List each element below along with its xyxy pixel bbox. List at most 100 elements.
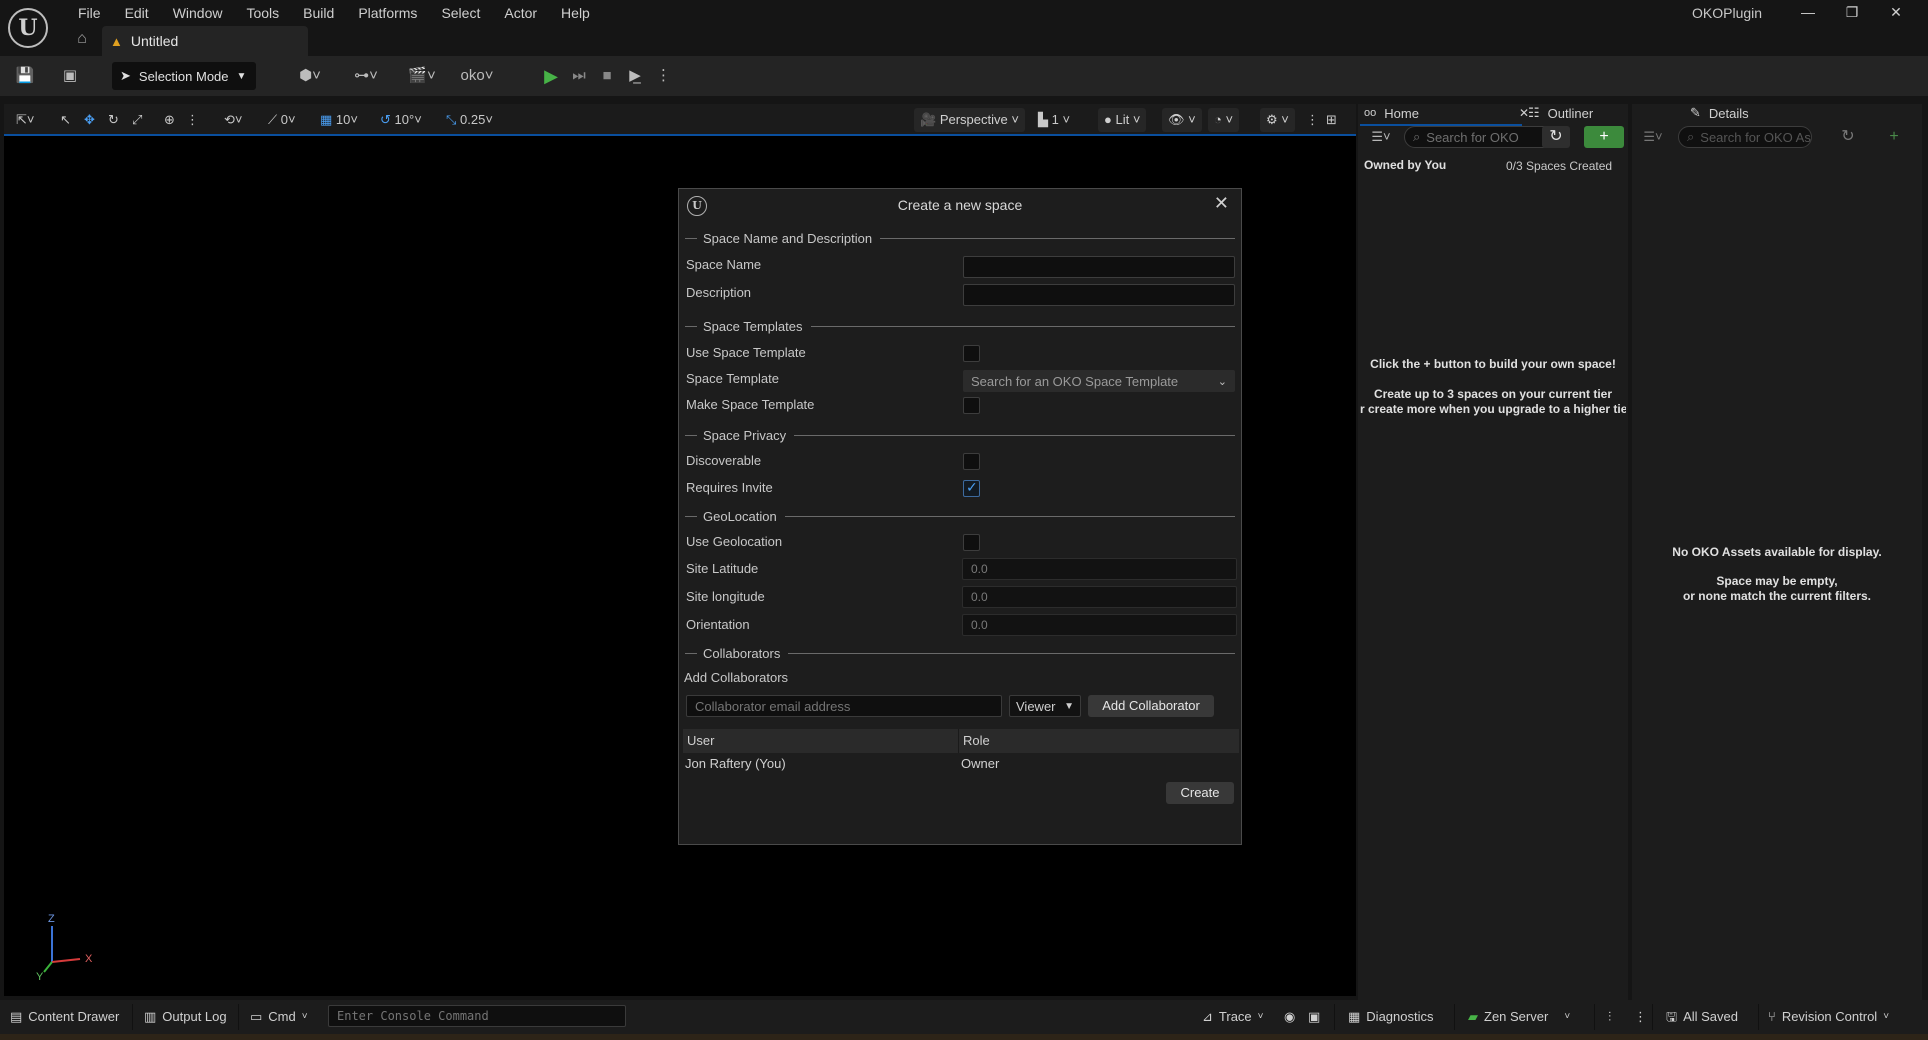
output-log-label: Output Log [162, 1009, 227, 1024]
content-drawer-button[interactable]: ▤ Content Drawer [10, 1006, 119, 1028]
menu-help[interactable]: Help [549, 2, 602, 24]
menu-tools[interactable]: Tools [234, 2, 291, 24]
role-dropdown[interactable]: Viewer ▼ [1009, 695, 1081, 717]
add-space-button[interactable]: + [1584, 126, 1624, 148]
play-options-icon[interactable]: ▶̲ [624, 64, 646, 88]
performance-dropdown[interactable]: ◔ ˅ [1208, 108, 1240, 132]
diagnostics-button[interactable]: ▦ Diagnostics [1348, 1006, 1434, 1028]
close-window-icon[interactable]: ✕ [1874, 0, 1918, 24]
console-command-input[interactable] [328, 1005, 626, 1027]
menu-build[interactable]: Build [291, 2, 346, 24]
column-header-role[interactable]: Role [959, 729, 1239, 753]
description-input[interactable] [963, 284, 1235, 306]
space-name-input[interactable] [963, 256, 1235, 278]
menu-window[interactable]: Window [161, 2, 235, 24]
discoverable-checkbox[interactable] [963, 453, 980, 470]
use-template-checkbox[interactable] [963, 345, 980, 362]
play-icon[interactable]: ▶ [540, 64, 562, 88]
cinematics-icon[interactable]: 🎬˅ [402, 64, 442, 88]
show-flags-dropdown[interactable]: 👁 ˅ [1162, 108, 1202, 132]
selection-mode-dropdown[interactable]: ➤ Selection Mode ▼ [112, 62, 256, 90]
tab-outliner[interactable]: ☷ Outliner [1528, 100, 1593, 126]
menu-select[interactable]: Select [429, 2, 492, 24]
tab-home[interactable]: oo Home ✕ [1364, 100, 1529, 126]
details-search-input[interactable]: ⌕ Search for OKO As [1678, 126, 1812, 148]
viewport-settings-dropdown[interactable]: ⚙ ˅ [1260, 108, 1295, 132]
column-header-user[interactable]: User [683, 729, 959, 753]
table-row[interactable]: Jon Raftery (You) Owner [683, 753, 1239, 775]
site-latitude-input[interactable]: 0.0 [962, 558, 1237, 580]
home-icon[interactable]: ⌂ [72, 30, 92, 50]
scale-tool-icon[interactable]: ⤢ [132, 110, 142, 130]
grid-snap-toggle[interactable]: ▦ 10˅ [320, 110, 358, 130]
select-tool-icon[interactable]: ↖ [60, 110, 71, 130]
browse-icon[interactable]: ▣ [58, 64, 82, 88]
use-geolocation-checkbox[interactable] [963, 534, 980, 551]
pencil-icon: ✎ [1690, 105, 1701, 120]
menu-file[interactable]: File [66, 2, 113, 24]
add-actor-icon[interactable]: ⬢˅ [290, 64, 330, 88]
lit-sphere-icon: ● [1104, 112, 1112, 127]
minimize-icon[interactable]: — [1786, 0, 1830, 24]
status-more-icon[interactable]: ⋮ [1634, 1006, 1647, 1028]
menu-edit[interactable]: Edit [113, 2, 161, 24]
view-mode-dropdown[interactable]: 🎥 Perspective ˅ [914, 108, 1025, 132]
world-space-icon[interactable]: ⊕ [164, 110, 175, 130]
unreal-logo-icon[interactable]: U [8, 8, 48, 48]
output-log-button[interactable]: ▥ Output Log [144, 1006, 227, 1028]
blueprint-icon[interactable]: ⊶˅ [346, 64, 386, 88]
filter-icon[interactable]: ☰˅ [1636, 126, 1670, 148]
camera-count-dropdown[interactable]: ▙ 1 ˅ [1038, 110, 1070, 130]
add-collaborator-button[interactable]: Add Collaborator [1088, 695, 1214, 717]
owned-by-label: Owned by You [1364, 158, 1447, 172]
angle-snap-toggle[interactable]: ↺ 10°˅ [380, 110, 422, 130]
screenshot-icon[interactable]: ▣ [1308, 1006, 1320, 1028]
space-template-dropdown[interactable]: Search for an OKO Space Template ⌄ [963, 370, 1235, 392]
more-icon[interactable]: ⋮ [656, 64, 671, 88]
lighting-dropdown[interactable]: ● Lit ˅ [1098, 108, 1147, 132]
dialog-title-bar[interactable]: U Create a new space ✕ [679, 189, 1241, 221]
viewport-options-icon[interactable]: ⋮ [1306, 110, 1319, 130]
make-template-checkbox[interactable] [963, 397, 980, 414]
menu-actor[interactable]: Actor [492, 2, 549, 24]
refresh-icon[interactable]: ↻ [1834, 126, 1862, 148]
collaborator-email-input[interactable] [686, 695, 1002, 717]
add-asset-button[interactable]: + [1874, 126, 1914, 148]
rotate-snap-toggle[interactable]: ⟋ 0˅ [268, 110, 296, 130]
save-status-icon: 🖫 [1666, 1009, 1678, 1024]
requires-invite-checkbox[interactable] [963, 479, 980, 497]
oko-icon[interactable]: oko˅ [456, 64, 498, 88]
close-icon[interactable]: ✕ [1214, 193, 1229, 214]
cmd-dropdown[interactable]: ▭ Cmd ˅ [250, 1006, 308, 1028]
record-icon[interactable]: ◉ [1284, 1006, 1295, 1028]
viewport-layout-icon[interactable]: ⊞ [1326, 110, 1337, 130]
menu-platforms[interactable]: Platforms [346, 2, 429, 24]
level-tab[interactable]: ▲ Untitled [102, 26, 308, 56]
scale-snap-toggle[interactable]: ⤡ 0.25˅ [446, 110, 493, 130]
save-icon[interactable]: 💾 [14, 64, 36, 88]
all-saved-button[interactable]: 🖫 All Saved [1666, 1006, 1738, 1028]
rotate-tool-icon[interactable]: ↻ [108, 110, 119, 130]
transform-menu-icon[interactable]: ⇱˅ [16, 110, 34, 130]
derived-data-icon[interactable]: ⫶ [1608, 1006, 1611, 1028]
create-button[interactable]: Create [1166, 782, 1234, 804]
branch-icon: ⑂ [1768, 1009, 1776, 1024]
tab-details[interactable]: ✎ Details [1690, 100, 1749, 126]
stop-icon[interactable]: ■ [596, 64, 618, 88]
surface-snap-icon[interactable]: ⟲˅ [224, 110, 242, 130]
viewport-more-icon[interactable]: ⋮ [186, 110, 199, 130]
home-search-input[interactable]: ⌕ Search for OKO [1404, 126, 1554, 148]
grid-snap-icon: ▦ [320, 112, 333, 127]
refresh-icon[interactable]: ↻ [1542, 126, 1570, 148]
zen-server-dropdown[interactable]: ▰ Zen Server ˅ [1468, 1006, 1570, 1028]
revision-control-dropdown[interactable]: ⑂ Revision Control ˅ [1768, 1006, 1889, 1028]
trace-dropdown[interactable]: ⊿ Trace ˅ [1202, 1006, 1264, 1028]
rotate-snap-value: 0 [280, 112, 288, 127]
site-longitude-input[interactable]: 0.0 [962, 586, 1237, 608]
restore-icon[interactable]: ❐ [1830, 0, 1874, 24]
step-icon[interactable]: ⏭ [568, 64, 590, 88]
filter-icon[interactable]: ☰˅ [1364, 126, 1398, 148]
lighting-label: Lit [1115, 112, 1130, 127]
move-tool-icon[interactable]: ✥ [84, 110, 95, 130]
orientation-input[interactable]: 0.0 [962, 614, 1237, 636]
